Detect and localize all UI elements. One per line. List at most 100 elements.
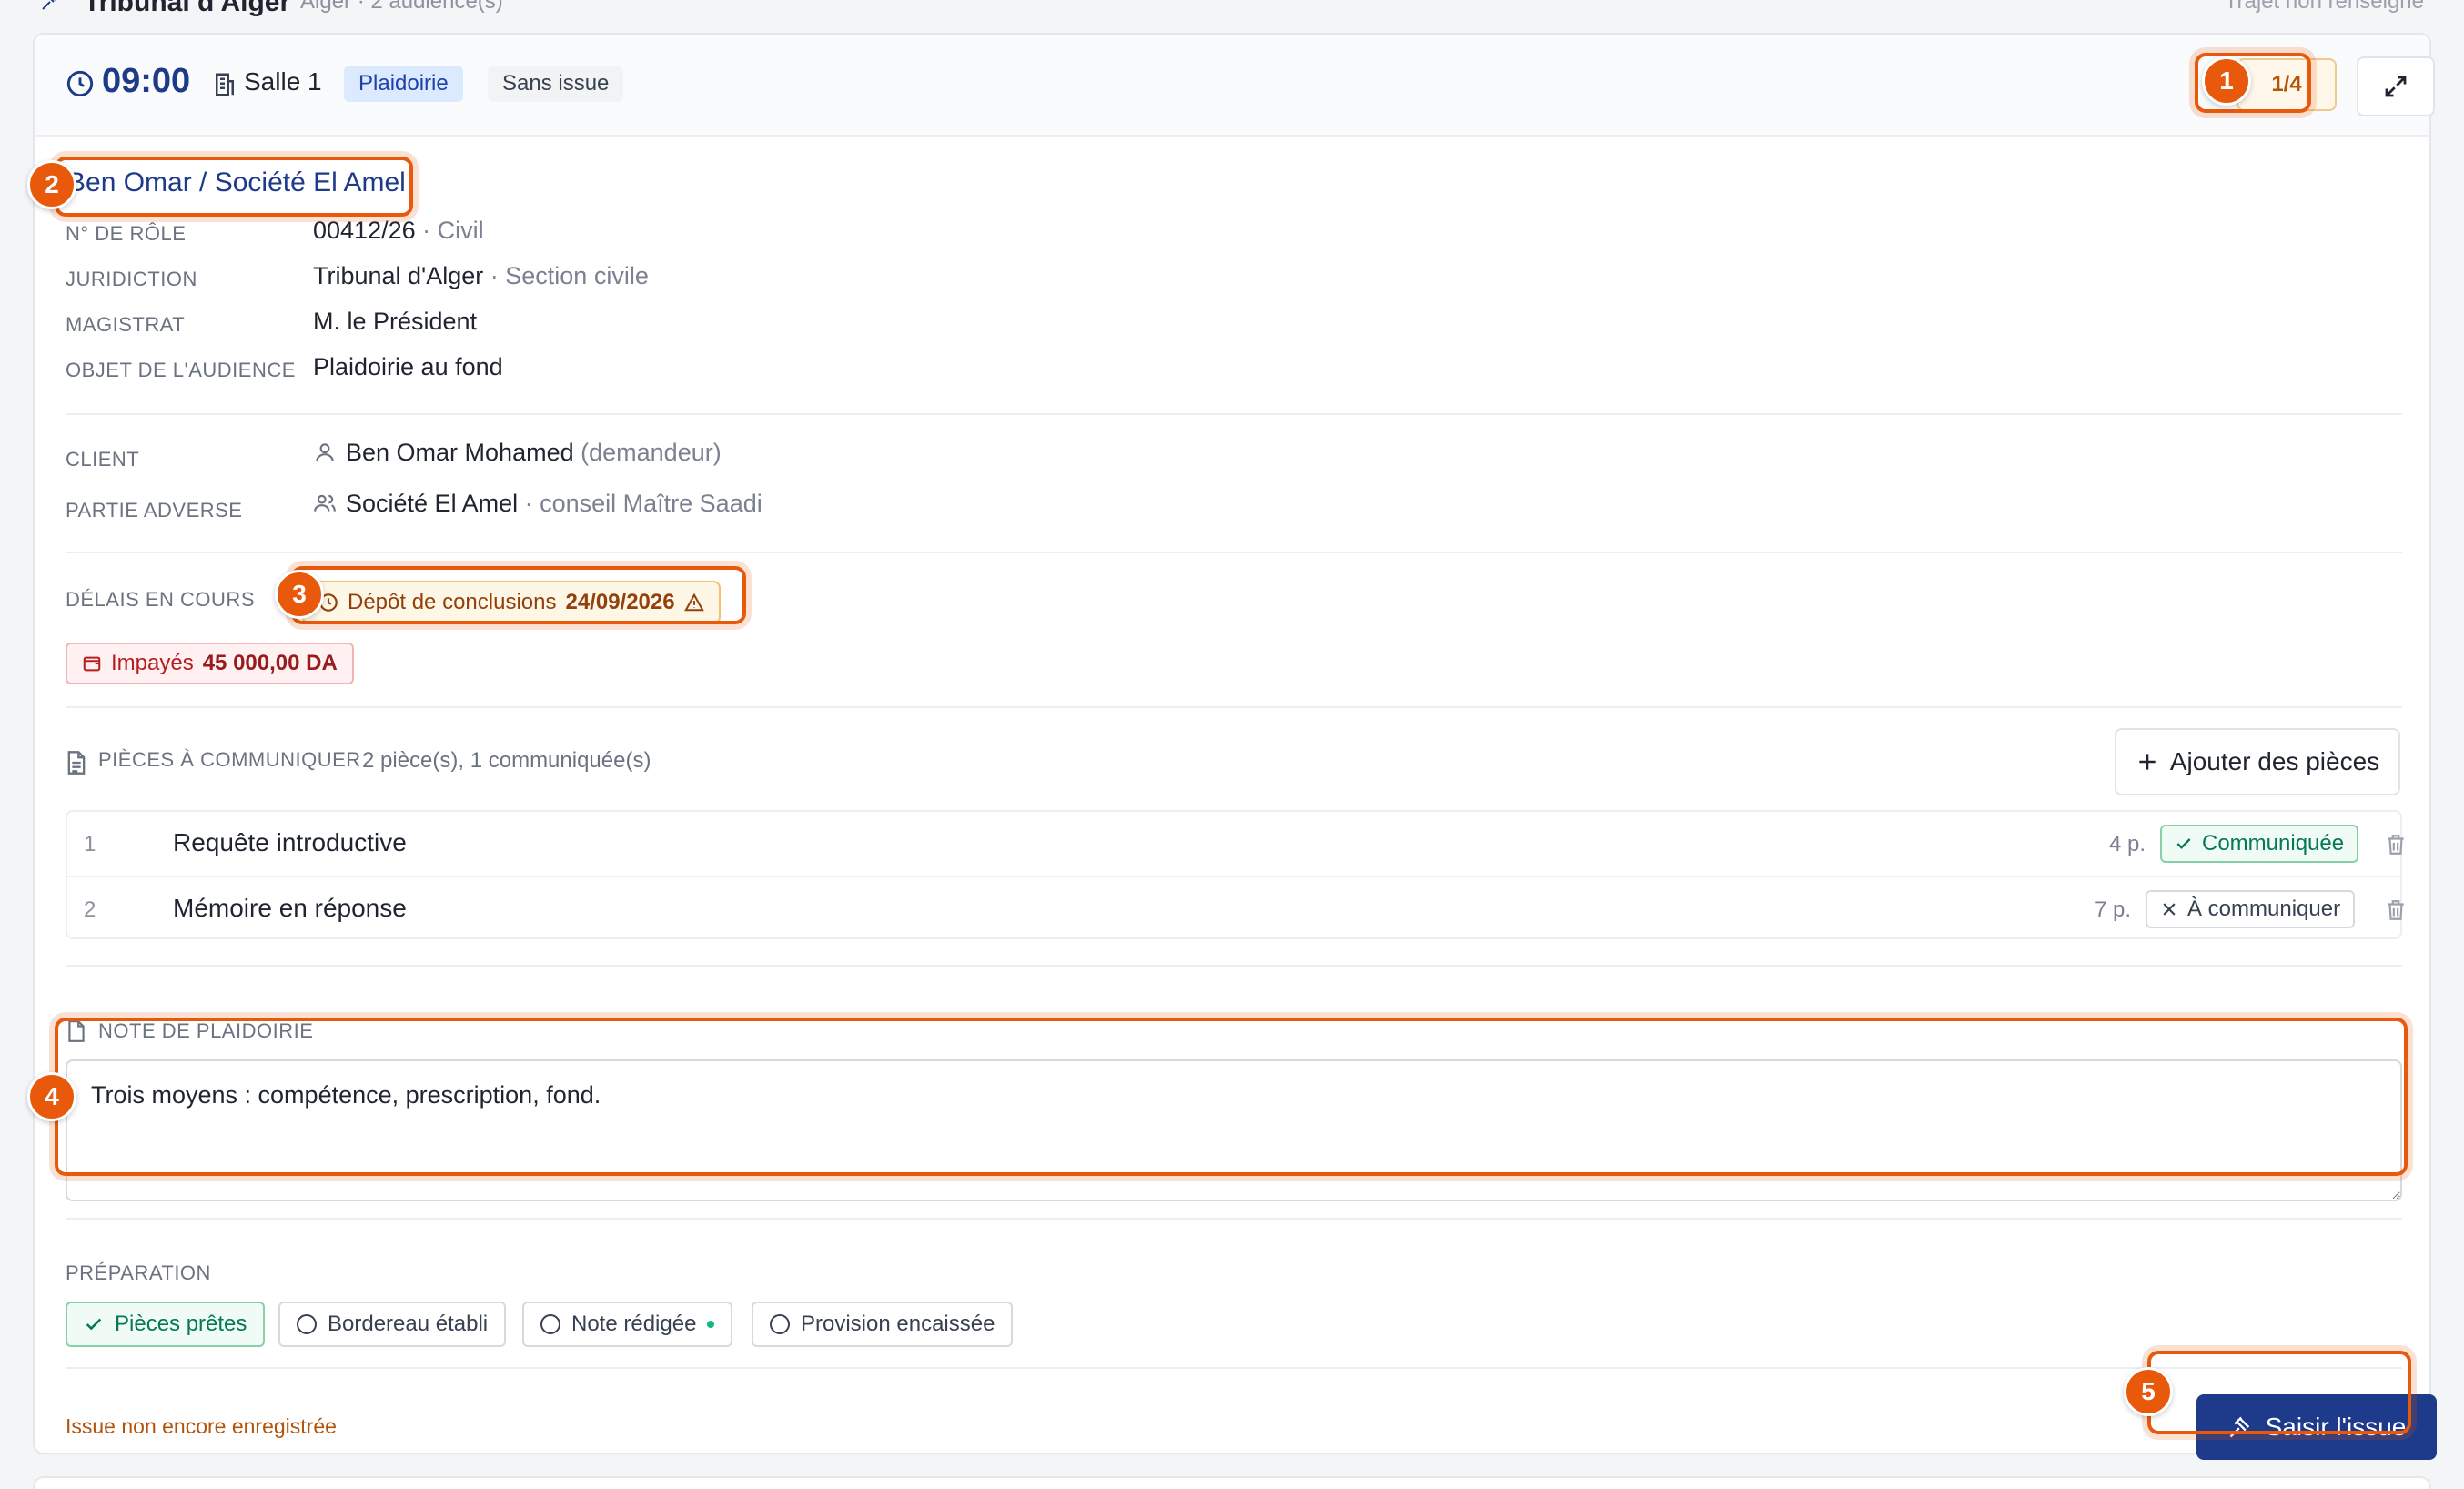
piece-number: 1 [84, 832, 96, 856]
prep-label: Provision encaissée [801, 1312, 995, 1336]
hearing-object-label: OBJET DE L'AUDIENCE [66, 359, 296, 381]
note-label: NOTE DE PLAIDOIRIE [98, 1019, 314, 1042]
warning-icon [683, 593, 704, 612]
divider [66, 1367, 2402, 1369]
unpaid-label: Impayés [111, 651, 194, 675]
delay-text: Dépôt de conclusions [348, 590, 557, 614]
divider [66, 413, 2402, 415]
adverse-label: PARTIE ADVERSE [66, 499, 243, 522]
jurisdiction-section: · Section civile [490, 262, 649, 289]
issue-status-note: Issue non encore enregistrée [66, 1414, 337, 1438]
person-icon [316, 443, 334, 461]
pieces-label: PIÈCES À COMMUNIQUER [98, 748, 361, 771]
prep-checkbox-note[interactable]: Note rédigée [522, 1302, 733, 1347]
divider [66, 1218, 2402, 1220]
delay-date: 24/09/2026 [565, 590, 675, 614]
check-icon [86, 1318, 102, 1331]
gavel-icon [42, 0, 56, 10]
piece-name[interactable]: Mémoire en réponse [173, 894, 407, 923]
prep-label: Pièces prêtes [115, 1312, 247, 1336]
travel-note: Trajet non renseigné [2224, 0, 2424, 14]
adverse-counsel: · conseil Maître Saadi [524, 490, 762, 517]
adverse-value: Société El Amel · conseil Maître Saadi [346, 490, 762, 518]
role-label: N° DE RÔLE [66, 222, 187, 245]
hearing-type-tag: Plaidoirie [344, 66, 463, 102]
trash-icon[interactable] [2384, 897, 2408, 923]
magistrate-value: M. le Président [313, 308, 478, 335]
delays-label: DÉLAIS EN COURS [66, 588, 255, 611]
seize-issue-button[interactable]: Saisir l'issue [2196, 1394, 2437, 1460]
court-location: Alger · 2 audience(s) [300, 0, 503, 14]
pieces-count: 2 pièce(s), 1 communiquée(s) [362, 748, 651, 773]
wallet-icon [83, 656, 101, 672]
preparation-label: PRÉPARATION [66, 1261, 211, 1284]
hearing-object-value: Plaidoirie au fond [313, 353, 503, 380]
piece-pages: 4 p. [2109, 832, 2146, 856]
delay-badge[interactable]: Dépôt de conclusions 24/09/2026 [302, 581, 721, 624]
client-name[interactable]: Ben Omar Mohamed [346, 439, 574, 466]
plea-note-textarea[interactable]: Trois moyens : compétence, prescription,… [66, 1059, 2402, 1201]
annotation-badge: 5 [2124, 1367, 2173, 1416]
note-icon [68, 1020, 85, 1042]
expand-icon [2385, 76, 2407, 97]
page-header: Tribunal d'Alger Alger · 2 audience(s) T… [0, 0, 2464, 27]
add-pieces-button[interactable]: Ajouter des pièces [2115, 728, 2400, 795]
adverse-name[interactable]: Société El Amel [346, 490, 518, 517]
case-title[interactable]: Ben Omar / Société El Amel [67, 167, 406, 198]
seize-issue-label: Saisir l'issue [2265, 1413, 2407, 1441]
expand-button[interactable] [2357, 56, 2435, 116]
circle-icon [770, 1314, 790, 1334]
jurisdiction-name: Tribunal d'Alger [313, 262, 484, 289]
role-number: 00412/26 [313, 217, 416, 244]
annotation-badge: 3 [275, 570, 324, 619]
client-value: Ben Omar Mohamed (demandeur) [346, 439, 722, 467]
annotation-badge: 2 [27, 160, 76, 209]
annotation-badge: 4 [27, 1072, 76, 1121]
users-icon [314, 494, 336, 512]
annotation-badge: 1 [2202, 56, 2251, 106]
check-icon [2176, 838, 2191, 849]
court-name: Tribunal d'Alger [84, 0, 291, 17]
building-icon [216, 73, 234, 96]
magistrate-label: MAGISTRAT [66, 313, 186, 336]
piece-pages: 7 p. [2095, 897, 2132, 922]
piece-name[interactable]: Requête introductive [173, 828, 407, 857]
circle-icon [297, 1314, 317, 1334]
add-pieces-label: Ajouter des pièces [2169, 747, 2380, 775]
hearing-header: 09:00 Salle 1 Plaidoirie Sans issue 1/4 [35, 35, 2435, 137]
unpaid-amount: 45 000,00 DA [202, 651, 338, 675]
status-dot [707, 1321, 715, 1328]
pieces-list: 1 Requête introductive 4 p. Communiquée … [66, 810, 2404, 939]
divider [66, 552, 2402, 553]
divider [66, 965, 2402, 967]
piece-status-label: À communiquer [2187, 896, 2341, 921]
prep-label: Note rédigée [571, 1312, 697, 1336]
document-icon [67, 751, 86, 775]
trash-icon[interactable] [2384, 832, 2408, 857]
gavel-icon [2229, 1416, 2249, 1438]
prep-checkbox-bordereau[interactable]: Bordereau établi [278, 1302, 507, 1347]
unpaid-badge[interactable]: Impayés 45 000,00 DA [66, 643, 354, 684]
next-card-edge [33, 1476, 2431, 1489]
clock-icon [66, 70, 94, 97]
hearing-time: 09:00 [102, 62, 191, 100]
prep-checkbox-provision[interactable]: Provision encaissée [752, 1302, 1014, 1347]
piece-status-label: Communiquée [2202, 831, 2345, 856]
piece-number: 2 [84, 897, 96, 922]
hearing-issue-tag: Sans issue [488, 66, 624, 102]
piece-status-toggle[interactable]: À communiquer [2146, 890, 2356, 928]
jurisdiction-value: Tribunal d'Alger · Section civile [313, 262, 649, 290]
jurisdiction-label: JURIDICTION [66, 268, 197, 290]
hearing-card: 09:00 Salle 1 Plaidoirie Sans issue 1/4 … [33, 33, 2437, 1460]
divider [66, 706, 2402, 708]
piece-status-toggle[interactable]: Communiquée [2160, 825, 2359, 863]
close-icon [2163, 903, 2176, 916]
role-type: · Civil [422, 217, 484, 244]
hearing-counter[interactable]: 1/4 [2237, 58, 2337, 111]
circle-icon [540, 1314, 560, 1334]
prep-label: Bordereau établi [328, 1312, 489, 1336]
hearing-room: Salle 1 [244, 67, 322, 96]
prep-checkbox-pieces[interactable]: Pièces prêtes [66, 1302, 266, 1347]
list-item: 1 Requête introductive 4 p. Communiquée [67, 812, 2404, 876]
client-role: (demandeur) [581, 439, 722, 466]
